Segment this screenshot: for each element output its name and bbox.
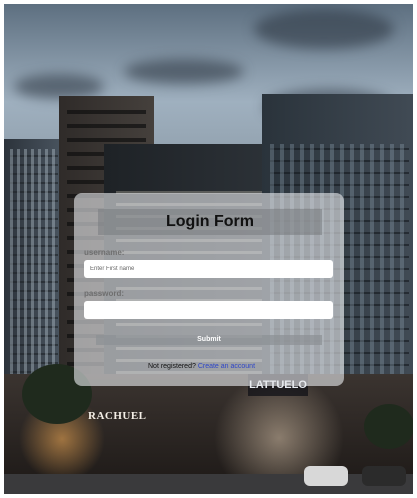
submit-button[interactable]: Submit	[96, 335, 322, 345]
username-label: username:	[84, 248, 125, 257]
tree	[364, 404, 413, 449]
title-bar: Login Form	[98, 209, 322, 235]
username-input[interactable]	[84, 260, 333, 278]
form-title: Login Form	[166, 213, 254, 230]
register-text: Not registered?	[148, 363, 196, 370]
car	[362, 466, 406, 486]
login-card: Login Form username: password: Submit No…	[74, 193, 344, 386]
road	[4, 474, 413, 494]
password-label: password:	[84, 289, 125, 298]
create-account-link[interactable]: Create an account	[198, 363, 255, 370]
store-sign: RACHUEL	[88, 410, 147, 422]
car	[304, 466, 348, 486]
register-prompt: Not registered? Create an account	[148, 363, 255, 370]
password-input[interactable]	[84, 301, 333, 319]
